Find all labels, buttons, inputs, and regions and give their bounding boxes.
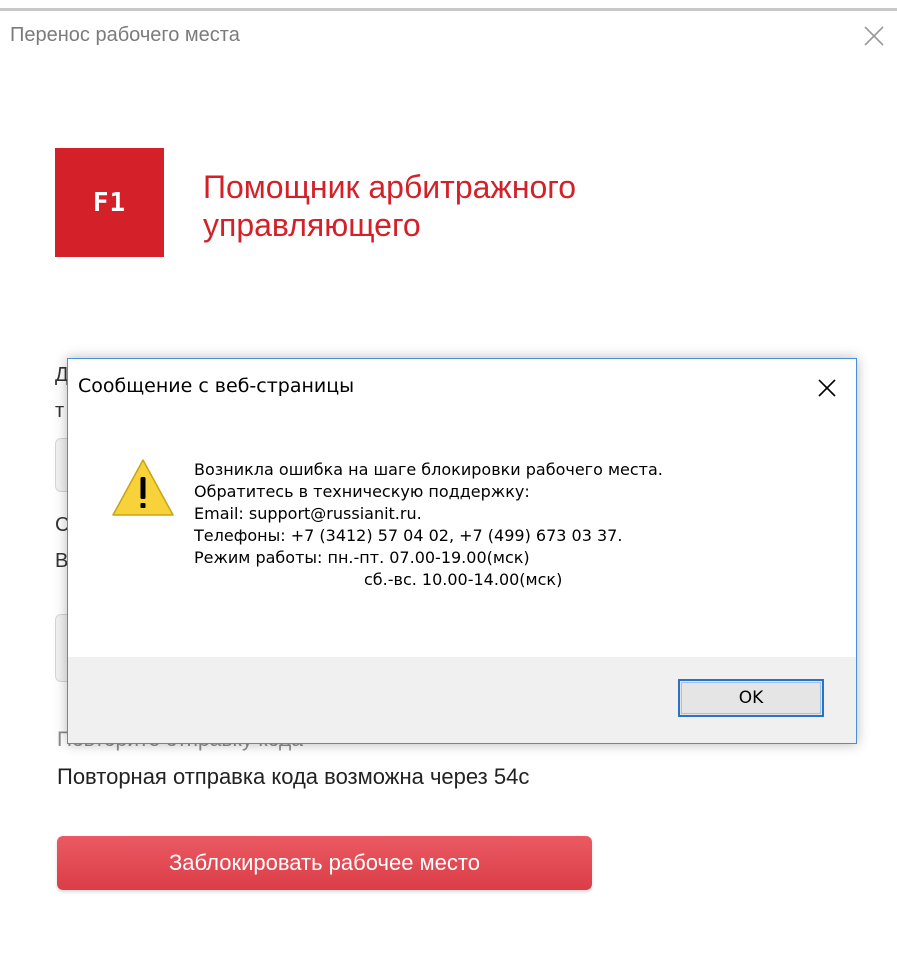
dialog-footer: OK: [68, 657, 856, 743]
message-line: сб.-вс. 10.00-14.00(мск): [364, 570, 563, 589]
message-dialog: Сообщение с веб-страницы Возникла ошибка…: [67, 358, 857, 744]
message-line: Возникла ошибка на шаге блокировки рабоч…: [194, 460, 663, 479]
app-logo: F1: [55, 148, 164, 257]
app-title: Помощник арбитражного управляющего: [203, 169, 577, 243]
resend-timer-text: Повторная отправка кода возможна через 5…: [57, 764, 530, 789]
background-text-fragment: т: [55, 400, 65, 422]
ok-button[interactable]: OK: [678, 679, 824, 717]
message-line: Телефоны: +7 (3412) 57 04 02, +7 (499) 6…: [194, 526, 623, 545]
message-line: Обратитесь в техническую поддержку:: [194, 482, 530, 501]
message-line: Email: support@russianit.ru.: [194, 504, 422, 523]
dialog-message: Возникла ошибка на шаге блокировки рабоч…: [194, 459, 844, 591]
window-top-border: [0, 8, 897, 11]
window-title: Перенос рабочего места: [10, 24, 240, 46]
dialog-close-icon[interactable]: [812, 373, 842, 403]
logo-text: F1: [92, 187, 127, 218]
dialog-title: Сообщение с веб-страницы: [78, 375, 355, 397]
warning-icon: [110, 457, 176, 519]
message-line: Режим работы: пн.-пт. 07.00-19.00(мск): [194, 548, 530, 567]
block-workplace-button[interactable]: Заблокировать рабочее место: [57, 836, 592, 890]
window-close-icon[interactable]: [860, 22, 888, 50]
